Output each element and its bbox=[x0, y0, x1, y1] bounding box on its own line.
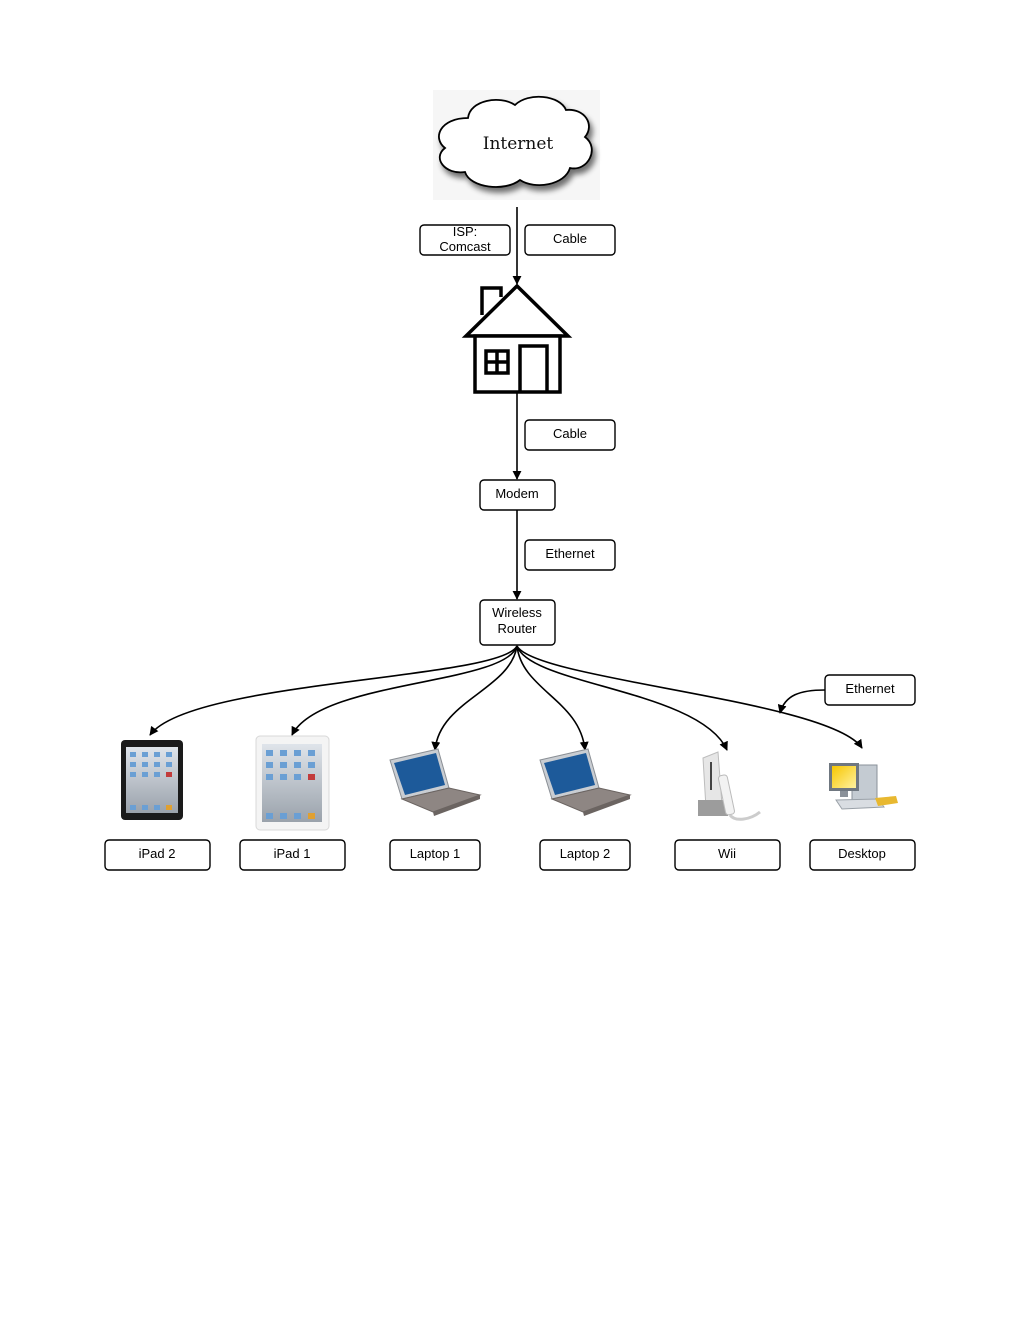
router-node: Wireless Router bbox=[479, 599, 556, 646]
isp-label-line2: Comcast bbox=[439, 239, 491, 254]
ethernet-label-box-2: Ethernet bbox=[824, 674, 916, 706]
device-label-text: Wii bbox=[718, 846, 736, 861]
device-label-desktop: Desktop bbox=[809, 839, 916, 871]
device-label-wii: Wii bbox=[674, 839, 781, 871]
isp-label-box: ISP: Comcast bbox=[419, 224, 511, 256]
router-label-line1: Wireless bbox=[492, 605, 542, 620]
edge-router-to-ipad2 bbox=[149, 645, 518, 736]
edge-router-to-desktop bbox=[516, 645, 863, 749]
network-diagram: Internet ISP: Comcast Cable Cable Modem … bbox=[104, 90, 916, 871]
wii-console-icon bbox=[698, 751, 761, 821]
ethernet-label-box-1: Ethernet bbox=[524, 539, 616, 571]
device-label-laptop1: Laptop 1 bbox=[389, 839, 481, 871]
device-label-ipad1: iPad 1 bbox=[239, 839, 346, 871]
ipad-white-icon bbox=[255, 735, 330, 831]
laptop-icon bbox=[539, 748, 632, 816]
ethernet-callout-pointer bbox=[777, 689, 826, 714]
cable-label-box-2: Cable bbox=[524, 419, 616, 451]
house-icon bbox=[461, 283, 573, 394]
device-label-text: Desktop bbox=[838, 846, 886, 861]
isp-label-line1: ISP: bbox=[453, 224, 478, 239]
cable-label-box-1: Cable bbox=[524, 224, 616, 256]
internet-label: Internet bbox=[483, 134, 554, 154]
internet-cloud: Internet bbox=[433, 90, 600, 200]
edge-router-to-wii bbox=[516, 645, 728, 751]
device-label-laptop2: Laptop 2 bbox=[539, 839, 631, 871]
device-label-text: iPad 2 bbox=[139, 846, 176, 861]
edge-router-to-laptop1 bbox=[431, 645, 518, 751]
ipad-black-icon bbox=[121, 740, 183, 820]
device-label-text: Laptop 2 bbox=[560, 846, 611, 861]
cable-label-1: Cable bbox=[553, 231, 587, 246]
router-label-line2: Router bbox=[497, 621, 537, 636]
device-label-ipad2: iPad 2 bbox=[104, 839, 211, 871]
modem-label: Modem bbox=[495, 486, 538, 501]
device-label-text: iPad 1 bbox=[274, 846, 311, 861]
ethernet-label-1: Ethernet bbox=[545, 546, 595, 561]
cable-label-2: Cable bbox=[553, 426, 587, 441]
desktop-computer-icon bbox=[829, 763, 898, 810]
device-label-text: Laptop 1 bbox=[410, 846, 461, 861]
ethernet-label-2: Ethernet bbox=[845, 681, 895, 696]
laptop-icon bbox=[389, 748, 482, 816]
edge-router-to-laptop2 bbox=[516, 645, 589, 751]
modem-node: Modem bbox=[479, 479, 556, 511]
